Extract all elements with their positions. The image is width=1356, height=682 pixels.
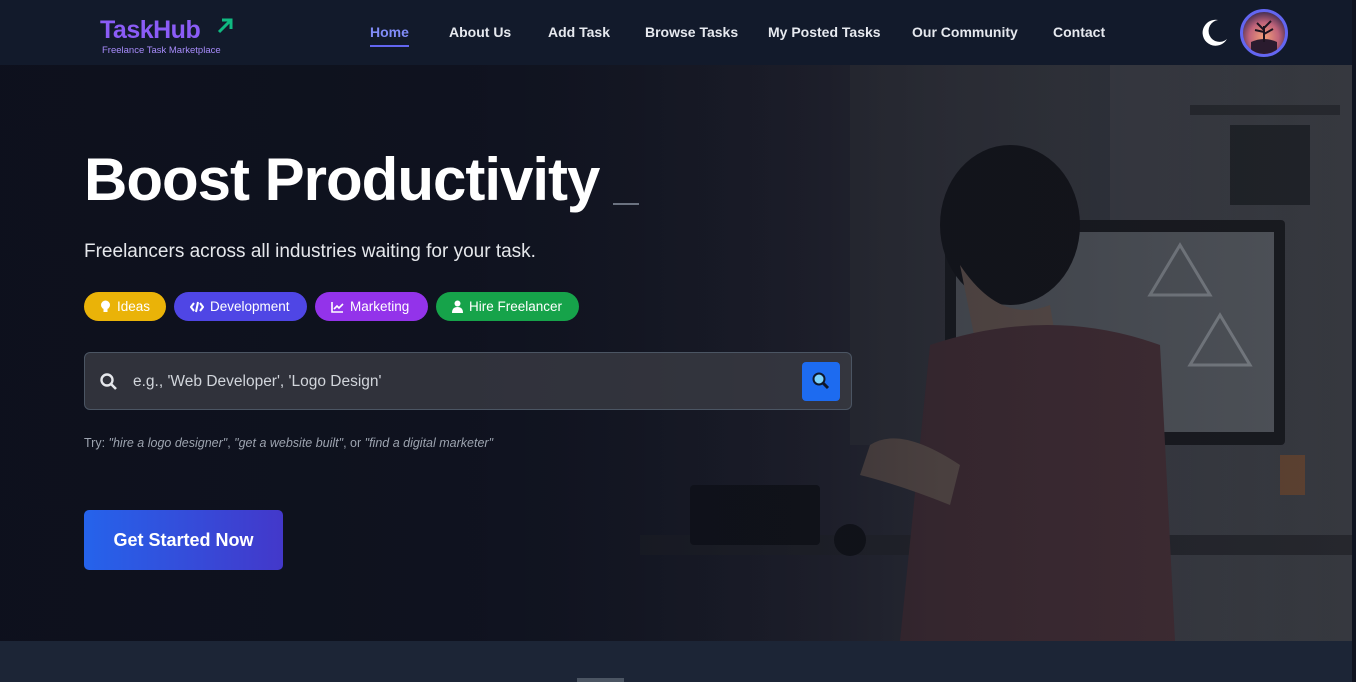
nav-item-about-us[interactable]: About Us [449, 24, 511, 40]
chip-ideas[interactable]: Ideas [84, 292, 166, 321]
suggestion-website[interactable]: "get a website built" [234, 436, 343, 450]
chip-hire-freelancer[interactable]: Hire Freelancer [436, 292, 579, 321]
section-divider [577, 678, 624, 682]
user-tie-icon [452, 300, 463, 313]
moon-icon[interactable] [1198, 17, 1230, 49]
code-icon [190, 301, 204, 312]
chip-marketing[interactable]: Marketing [315, 292, 428, 321]
chip-development-label: Development [210, 299, 290, 314]
navbar: TaskHub Freelance Task Marketplace Home … [0, 0, 1356, 65]
user-avatar[interactable] [1240, 9, 1288, 57]
hero-section: Boost Productivity Freelancers across al… [0, 65, 1352, 641]
chip-marketing-label: Marketing [350, 299, 410, 314]
hero-subtitle: Freelancers across all industries waitin… [84, 241, 536, 262]
suggestion-digital-marketer[interactable]: "find a digital marketer" [365, 436, 493, 450]
typing-caret [613, 203, 639, 205]
nav-item-add-task[interactable]: Add Task [548, 24, 610, 40]
search-suggestions: Try: "hire a logo designer", "get a webs… [84, 436, 493, 450]
nav-item-browse-tasks[interactable]: Browse Tasks [645, 24, 738, 40]
search-icon [100, 373, 117, 390]
chip-ideas-label: Ideas [117, 299, 151, 314]
brand-name: TaskHub [100, 16, 201, 44]
brand-tagline: Freelance Task Marketplace [102, 45, 221, 56]
chip-hire-freelancer-label: Hire Freelancer [469, 299, 563, 314]
search-button[interactable] [802, 362, 840, 401]
suggestions-prefix: Try: [84, 436, 109, 450]
page-scrollbar[interactable] [1352, 0, 1356, 682]
active-nav-indicator [370, 45, 409, 47]
nav-item-our-community[interactable]: Our Community [912, 24, 1018, 40]
brand-logo[interactable]: TaskHub Freelance Task Marketplace [100, 15, 250, 59]
next-section-preview [0, 641, 1356, 682]
search-bar [84, 352, 852, 410]
search-input[interactable] [133, 367, 793, 397]
magnifier-icon [812, 372, 830, 390]
get-started-button[interactable]: Get Started Now [84, 510, 283, 570]
suggestion-separator: , or [343, 436, 365, 450]
avatar-image [1251, 20, 1277, 54]
nav-item-home[interactable]: Home [370, 24, 409, 40]
suggestion-logo-designer[interactable]: "hire a logo designer" [109, 436, 228, 450]
nav-item-contact[interactable]: Contact [1053, 24, 1105, 40]
hero-title: Boost Productivity [84, 146, 600, 213]
nav-item-my-posted-tasks[interactable]: My Posted Tasks [768, 24, 881, 40]
lightbulb-icon [101, 300, 110, 312]
chart-line-icon [331, 301, 344, 313]
chip-development[interactable]: Development [174, 292, 307, 321]
arrow-up-right-icon [217, 18, 233, 34]
